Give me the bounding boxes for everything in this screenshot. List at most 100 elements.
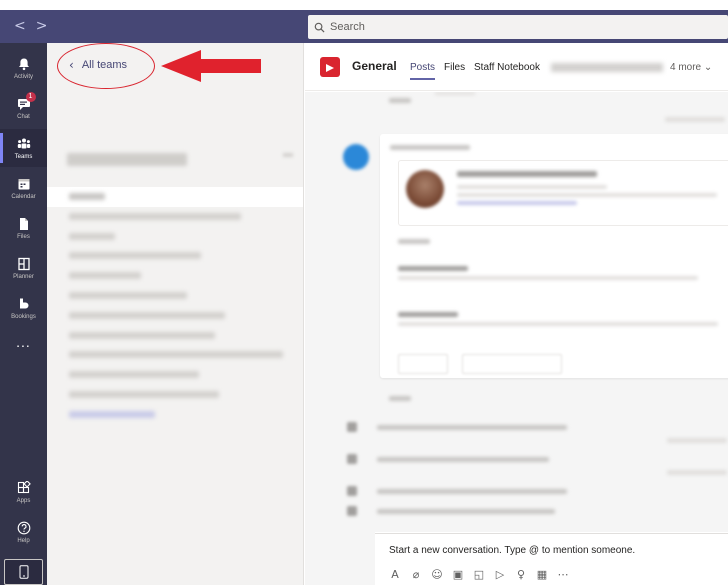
channel-item[interactable] (47, 385, 303, 405)
channel-item[interactable] (47, 326, 303, 346)
chevron-left-icon: ‹ (69, 58, 74, 72)
like-button[interactable] (398, 354, 448, 374)
rail-item-help[interactable]: Help (0, 513, 47, 551)
rail-item-files[interactable]: Files (0, 209, 47, 247)
reply-text (398, 276, 698, 280)
tab-blurred[interactable] (551, 63, 663, 72)
reply-link[interactable] (389, 98, 411, 103)
compose-placeholder: Start a new conversation. Type @ to ment… (389, 545, 636, 556)
title-bar: <> Search (0, 10, 728, 43)
team-avatar-icon (320, 57, 340, 77)
timestamp (667, 470, 727, 475)
activity-row (377, 425, 567, 430)
calendar-icon (18, 178, 29, 189)
channel-item[interactable] (47, 266, 303, 286)
rail-item-bookings[interactable]: Bookings (0, 289, 47, 327)
forwarded-message (398, 160, 728, 226)
tab-posts[interactable]: Posts (410, 62, 436, 80)
message-link[interactable] (457, 201, 577, 205)
rail-item-calendar[interactable]: Calendar (0, 169, 47, 207)
rail-label-help: Help (17, 537, 30, 544)
history-nav: <> (14, 18, 57, 34)
all-teams-link[interactable]: ‹ All teams (69, 58, 127, 72)
attach-icon[interactable]: ⌀ (410, 568, 422, 581)
bell-icon (18, 58, 29, 70)
sticker-icon[interactable]: ◱ (473, 568, 485, 581)
activity-row (377, 489, 567, 494)
meeting-icon (347, 422, 357, 432)
stream-icon[interactable]: ▦ (536, 568, 548, 581)
team-options-icon[interactable] (283, 153, 293, 157)
tab-staff-notebook[interactable]: Staff Notebook (474, 62, 540, 73)
reply-author (398, 266, 468, 271)
show-conversation-button[interactable] (462, 354, 562, 374)
meeting-icon (347, 454, 357, 464)
apps-icon (17, 480, 31, 493)
emoji-icon[interactable]: ☺ (431, 568, 443, 581)
search-box[interactable]: Search (308, 15, 728, 39)
avatar (406, 170, 444, 208)
planner-icon (17, 257, 30, 270)
activity-row (377, 457, 549, 462)
compose-box[interactable]: Start a new conversation. Type @ to ment… (375, 533, 728, 585)
rail-item-chat[interactable]: 1 Chat (0, 89, 47, 127)
send-icon[interactable]: ▷ (494, 568, 506, 581)
timestamp (665, 117, 725, 122)
rail-item-activity[interactable]: Activity (0, 49, 47, 87)
more-options-icon[interactable]: ⋯ (557, 568, 569, 581)
files-icon (19, 217, 28, 230)
rail-label-teams: Teams (14, 153, 33, 160)
channel-header: General Posts Files Staff Notebook 4 mor… (305, 43, 728, 91)
teams-window: <> Search Activity 1 Chat Teams Calendar (0, 0, 728, 585)
mobile-app-button[interactable] (4, 559, 43, 585)
rail-item-planner[interactable]: Planner (0, 249, 47, 287)
tab-files[interactable]: Files (444, 62, 465, 73)
more-tabs-label: 4 more (670, 62, 702, 73)
reply-link[interactable] (389, 396, 411, 401)
forward-arrow-button[interactable]: > (36, 18, 58, 34)
search-placeholder: Search (330, 21, 365, 33)
praise-icon[interactable]: ♀ (515, 568, 527, 581)
rail-label-activity: Activity (13, 73, 33, 80)
format-icon[interactable]: A (389, 568, 401, 581)
message-meta (457, 185, 607, 189)
rail-label-apps: Apps (16, 497, 31, 504)
rail-more-apps[interactable]: ... (0, 323, 47, 361)
rail-label-files: Files (17, 233, 30, 240)
channel-item[interactable] (47, 227, 303, 247)
bookings-icon (19, 298, 28, 308)
channel-item[interactable] (47, 345, 303, 365)
gif-icon[interactable]: ▣ (452, 568, 464, 581)
meeting-icon (347, 506, 357, 516)
avatar (343, 144, 369, 170)
more-icon: ... (16, 334, 31, 350)
post-author (390, 145, 470, 150)
post-fragment (435, 92, 475, 95)
back-arrow-button[interactable]: < (14, 18, 36, 34)
channel-item[interactable] (47, 246, 303, 266)
channel-list (47, 187, 303, 425)
reply-author (398, 312, 458, 317)
channel-item[interactable] (47, 306, 303, 326)
channel-item[interactable] (47, 187, 303, 207)
activity-row (377, 509, 555, 514)
post-card (380, 134, 728, 378)
compose-toolbar: A ⌀ ☺ ▣ ◱ ▷ ♀ ▦ ⋯ (389, 568, 569, 581)
search-icon (314, 22, 325, 33)
more-tabs-button[interactable]: 4 more ⌄ (670, 62, 712, 73)
message-sender (457, 171, 597, 177)
hidden-channels-link[interactable] (47, 405, 303, 425)
post-text (398, 239, 430, 244)
channel-item[interactable] (47, 207, 303, 227)
reply-text (398, 322, 718, 326)
channel-item[interactable] (47, 365, 303, 385)
rail-item-teams[interactable]: Teams (0, 129, 47, 167)
teams-panel: ‹ All teams (47, 43, 304, 585)
meeting-icon (347, 486, 357, 496)
channel-item[interactable] (47, 286, 303, 306)
rail-item-apps[interactable]: Apps (0, 473, 47, 511)
rail-label-planner: Planner (13, 273, 34, 280)
chevron-down-icon: ⌄ (703, 62, 713, 73)
app-rail: Activity 1 Chat Teams Calendar Files Pla… (0, 43, 47, 585)
conversation-area (305, 92, 728, 532)
